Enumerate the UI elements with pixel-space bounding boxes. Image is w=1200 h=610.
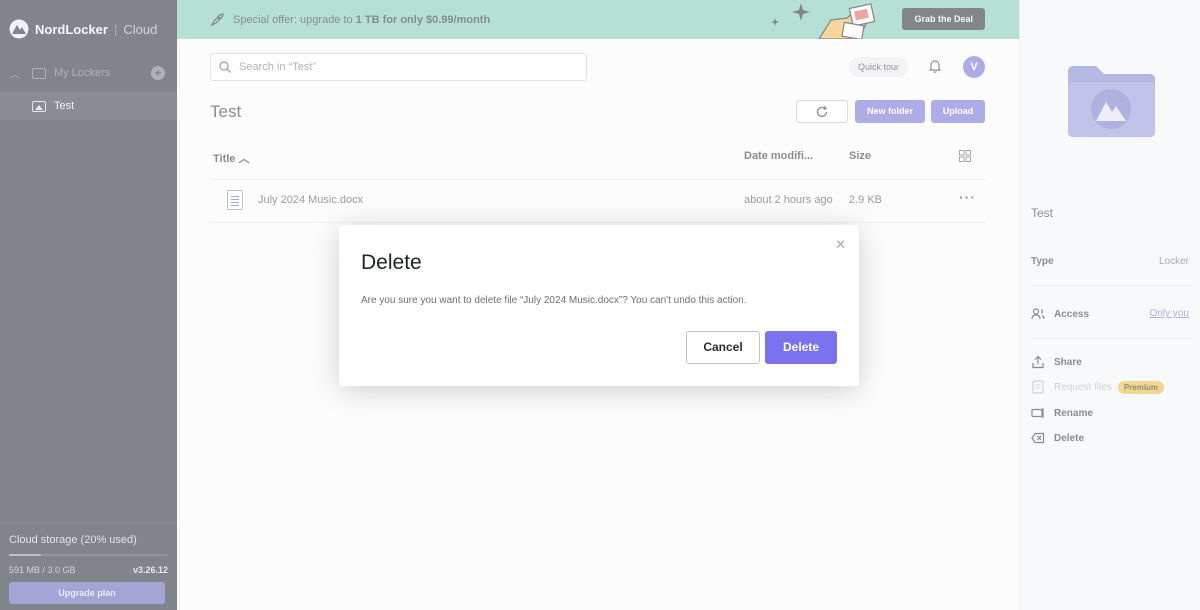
confirm-delete-button[interactable]: Delete	[765, 331, 837, 364]
dialog-message: Are you sure you want to delete file “Ju…	[361, 295, 747, 306]
cancel-button[interactable]: Cancel	[686, 331, 760, 364]
close-icon[interactable]: ✕	[835, 237, 846, 253]
delete-dialog: ✕ Delete Are you sure you want to delete…	[339, 225, 859, 386]
dialog-title: Delete	[361, 251, 422, 274]
